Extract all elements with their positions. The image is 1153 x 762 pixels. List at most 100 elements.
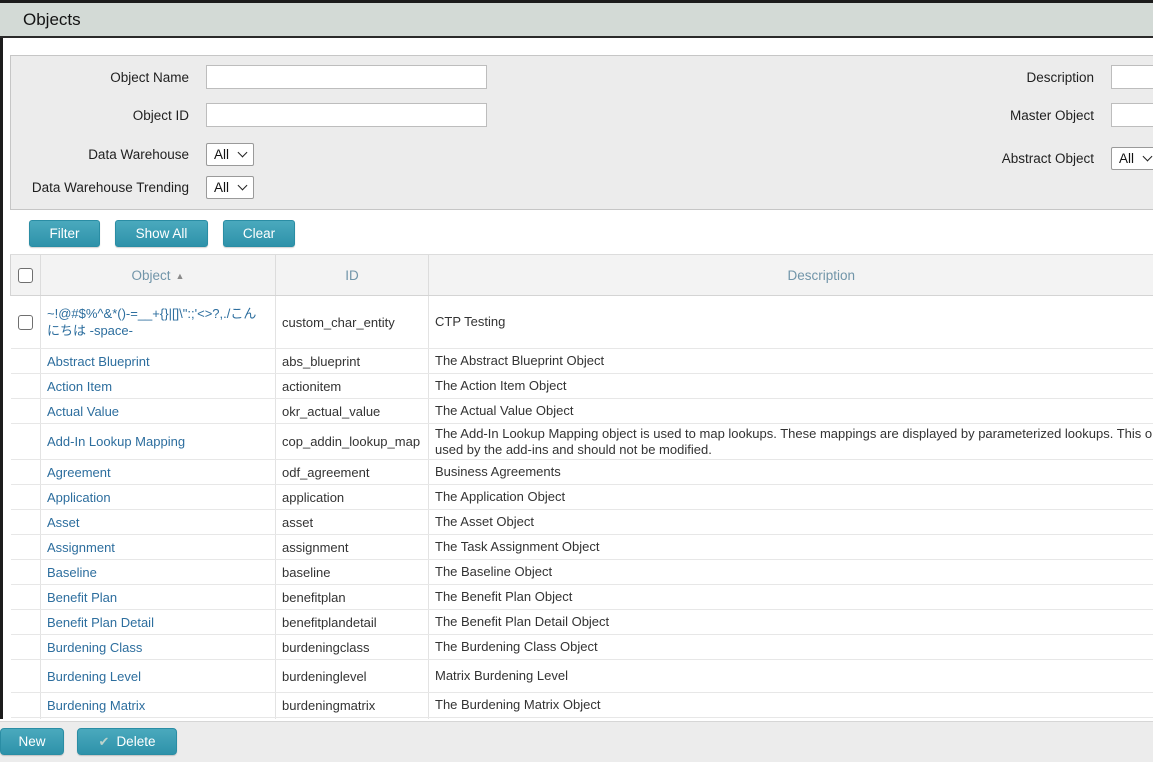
object-description-cell: Matrix Burdening Level [429, 660, 1153, 693]
object-link[interactable]: Baseline [47, 565, 97, 580]
object-link[interactable]: Action Item [47, 379, 112, 394]
new-button[interactable]: New [0, 728, 64, 755]
object-description-cell: Business Agreements [429, 460, 1153, 485]
column-header-object[interactable]: Object ▲ [41, 255, 276, 296]
filter-row-object-name: Object Name [11, 65, 487, 89]
filter-row-object-id: Object ID [11, 103, 487, 127]
object-name-cell: Benefit Plan Detail [41, 610, 276, 635]
page-header: Objects [0, 3, 1153, 38]
master-object-label: Master Object [954, 108, 1111, 123]
object-link[interactable]: Agreement [47, 465, 111, 480]
row-select-cell [11, 374, 41, 399]
object-id-input[interactable] [206, 103, 487, 127]
table-header-row: Object ▲ ID Description [11, 255, 1153, 296]
table-row: Add-In Lookup Mappingcop_addin_lookup_ma… [11, 424, 1153, 460]
row-select-cell [11, 399, 41, 424]
object-link[interactable]: Benefit Plan Detail [47, 615, 154, 630]
object-link[interactable]: Abstract Blueprint [47, 354, 150, 369]
row-select-cell [11, 510, 41, 535]
object-description-cell: CTP Testing [429, 296, 1153, 349]
object-link[interactable]: Burdening Matrix [47, 698, 145, 713]
object-description-cell: The Benefit Plan Detail Object [429, 610, 1153, 635]
object-id-cell: actionitem [276, 374, 429, 399]
chevron-down-icon [238, 180, 248, 190]
row-select-cell [11, 485, 41, 510]
row-checkbox[interactable] [18, 315, 33, 330]
object-id-cell: burdeningmatrix [276, 693, 429, 718]
object-id-cell: abs_blueprint [276, 349, 429, 374]
delete-button-label: Delete [116, 734, 155, 749]
object-name-input[interactable] [206, 65, 487, 89]
chevron-down-icon [1143, 151, 1153, 161]
object-name-cell: Agreement [41, 460, 276, 485]
abstract-object-label: Abstract Object [954, 151, 1111, 166]
object-link[interactable]: Assignment [47, 540, 115, 555]
table-row: ~!@#$%^&*()-=__+{}|[]\":;'<>?,./こんにちは -s… [11, 296, 1153, 349]
sort-ascending-icon: ▲ [176, 271, 185, 281]
object-name-cell: Baseline [41, 560, 276, 585]
data-warehouse-selected-value: All [214, 147, 229, 162]
table-row-partial [11, 718, 1153, 720]
filter-action-buttons: Filter Show All Clear [29, 220, 310, 247]
table-row: Burdening ClassburdeningclassThe Burdeni… [11, 635, 1153, 660]
object-description-cell: The Benefit Plan Object [429, 585, 1153, 610]
object-description-cell: The Add-In Lookup Mapping object is used… [429, 424, 1153, 460]
table-row: Action Item actionitemThe Action Item Obj… [11, 374, 1153, 399]
filter-row-data-warehouse: Data Warehouse All [11, 142, 254, 166]
object-description-cell: The Action Item Object [429, 374, 1153, 399]
object-description-cell: The Burdening Class Object [429, 635, 1153, 660]
object-link[interactable]: Burdening Class [47, 640, 142, 655]
table-row: Abstract Blueprint abs_blueprintThe Abstr… [11, 349, 1153, 374]
object-table-body: ~!@#$%^&*()-=__+{}|[]\":;'<>?,./こんにちは -s… [11, 296, 1153, 720]
object-description-cell: The Abstract Blueprint Object [429, 349, 1153, 374]
object-id-cell: application [276, 485, 429, 510]
object-link[interactable]: Add-In Lookup Mapping [47, 434, 185, 449]
table-row: Benefit Plan Detail benefitplandetailThe … [11, 610, 1153, 635]
object-description-cell: The Asset Object [429, 510, 1153, 535]
dw-trending-select[interactable]: All [206, 176, 254, 199]
description-input[interactable] [1111, 65, 1153, 89]
object-id-cell: asset [276, 510, 429, 535]
object-name-cell: Assignment [41, 535, 276, 560]
row-select-cell [11, 296, 41, 349]
filter-row-dw-trending: Data Warehouse Trending All [11, 175, 254, 199]
clear-button[interactable]: Clear [223, 220, 295, 247]
row-select-cell [11, 660, 41, 693]
master-object-input[interactable] [1111, 103, 1153, 127]
select-all-header-cell [11, 255, 41, 296]
show-all-button[interactable]: Show All [115, 220, 208, 247]
column-header-description[interactable]: Description [429, 255, 1153, 296]
filter-button[interactable]: Filter [29, 220, 100, 247]
object-link[interactable]: Actual Value [47, 404, 119, 419]
content-area: Object Name Object ID Data Warehouse All… [0, 38, 1153, 719]
table-row: Burdening MatrixburdeningmatrixThe Burde… [11, 693, 1153, 718]
object-name-cell: Asset [41, 510, 276, 535]
object-id-cell: assignment [276, 535, 429, 560]
column-header-object-label: Object [132, 268, 171, 283]
object-link[interactable]: Asset [47, 515, 80, 530]
filter-row-master-object: Master Object [954, 103, 1153, 127]
object-description-cell: The Application Object [429, 485, 1153, 510]
object-description-cell: The Actual Value Object [429, 399, 1153, 424]
row-select-cell [11, 693, 41, 718]
object-link[interactable]: ~!@#$%^&*()-=__+{}|[]\":;'<>?,./こんにちは -s… [47, 306, 256, 338]
object-name-cell: Actual Value [41, 399, 276, 424]
data-warehouse-select[interactable]: All [206, 143, 254, 166]
objects-table-container: Object ▲ ID Description ~!@#$%^&*()-=__+{… [10, 254, 1153, 719]
object-name-cell: Benefit Plan [41, 585, 276, 610]
table-row: Burdening Level burdeninglevelMatrix Burd… [11, 660, 1153, 693]
object-id-cell: benefitplandetail [276, 610, 429, 635]
object-link[interactable]: Benefit Plan [47, 590, 117, 605]
filter-panel: Object Name Object ID Data Warehouse All… [10, 55, 1153, 210]
column-header-id[interactable]: ID [276, 255, 429, 296]
delete-button[interactable]: ✔ Delete [77, 728, 177, 755]
object-name-label: Object Name [11, 70, 206, 85]
object-id-cell: burdeninglevel [276, 660, 429, 693]
abstract-object-select[interactable]: All [1111, 147, 1153, 170]
object-link[interactable]: Burdening Level [47, 669, 141, 684]
row-select-cell [11, 635, 41, 660]
page-title: Objects [23, 10, 81, 30]
row-select-cell [11, 535, 41, 560]
select-all-checkbox[interactable] [18, 268, 33, 283]
object-link[interactable]: Application [47, 490, 111, 505]
